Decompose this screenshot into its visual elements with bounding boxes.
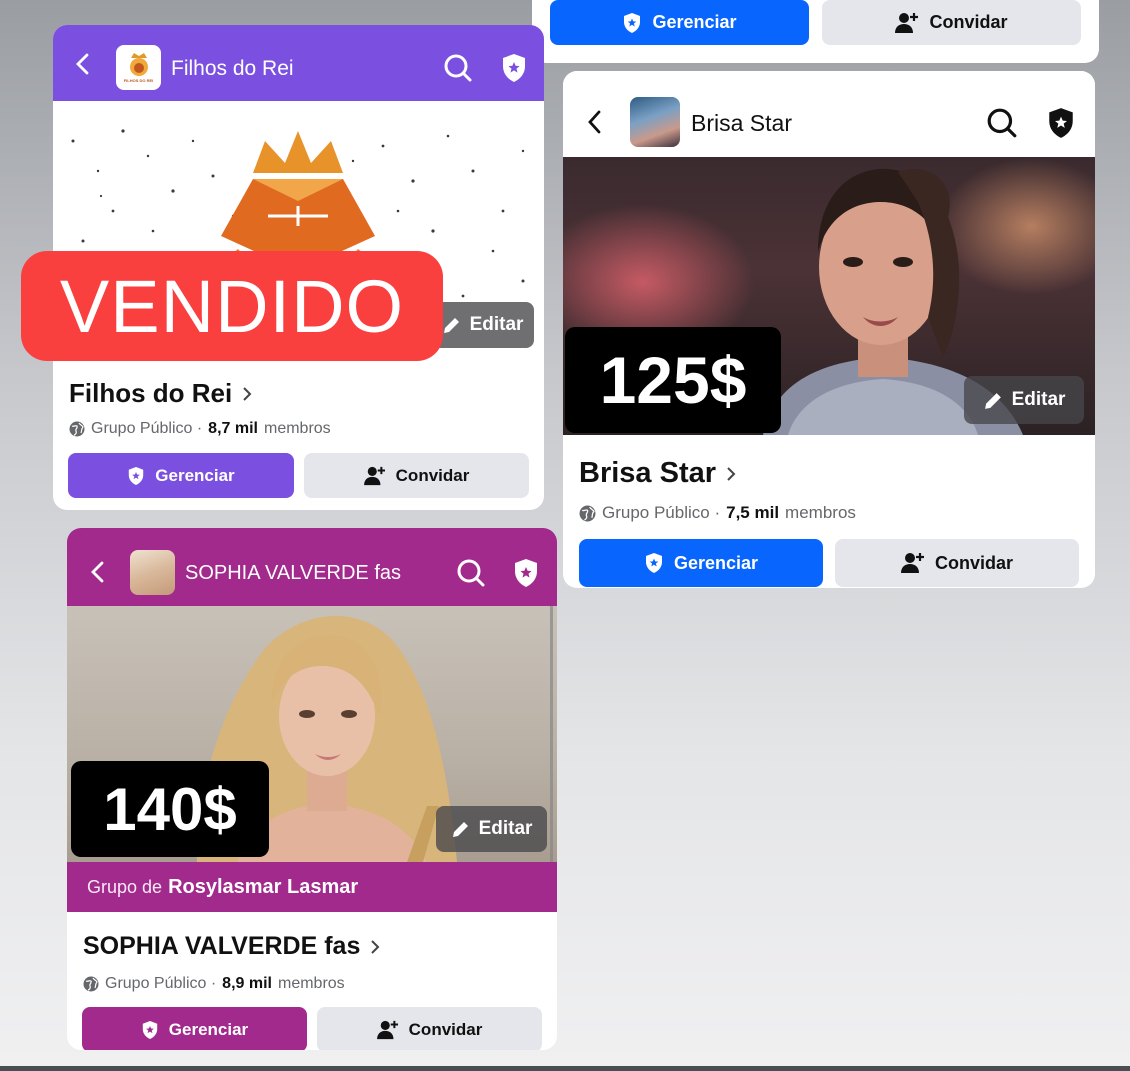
group-meta: Grupo Público · 8,7 mil membros xyxy=(69,420,331,438)
admin-shield-icon[interactable] xyxy=(513,558,539,588)
top-group-card-partial: Gerenciar Convidar xyxy=(532,0,1099,63)
group-meta: Grupo Público · 8,9 mil membros xyxy=(83,975,345,993)
members-word: membros xyxy=(785,503,856,522)
manage-button[interactable]: Gerenciar xyxy=(579,539,823,587)
privacy-text: Grupo Público · xyxy=(91,420,203,437)
manage-label: Gerenciar xyxy=(652,12,737,32)
group-avatar xyxy=(630,97,680,147)
globe-icon xyxy=(83,976,99,992)
group-name[interactable]: SOPHIA VALVERDE fas xyxy=(83,932,380,961)
members-word: membros xyxy=(277,975,345,992)
invite-button[interactable]: Convidar xyxy=(835,539,1079,587)
sold-badge: VENDIDO xyxy=(21,251,443,361)
price-tag: 125$ xyxy=(565,327,781,433)
globe-icon xyxy=(69,421,85,437)
add-person-icon xyxy=(895,12,919,33)
pencil-icon xyxy=(443,318,459,333)
owner-prefix: Grupo de xyxy=(87,876,163,897)
chevron-right-icon xyxy=(371,939,380,954)
invite-label: Convidar xyxy=(395,465,470,485)
members-count: 8,9 mil xyxy=(222,975,272,992)
admin-shield-icon[interactable] xyxy=(501,53,527,83)
price-tag: 140$ xyxy=(71,761,269,857)
search-icon[interactable] xyxy=(456,558,486,588)
privacy-text: Grupo Público · xyxy=(105,975,217,992)
price-text: 140$ xyxy=(103,775,237,843)
group-avatar xyxy=(130,550,175,595)
lion-logo-icon xyxy=(129,53,148,76)
back-arrow-icon[interactable] xyxy=(587,110,601,134)
invite-label: Convidar xyxy=(934,552,1013,573)
chevron-right-icon xyxy=(727,466,736,481)
group-name-text: Brisa Star xyxy=(579,457,717,489)
scrollbar[interactable] xyxy=(550,606,553,862)
group-name-text: Filhos do Rei xyxy=(69,378,233,408)
group-name[interactable]: Brisa Star xyxy=(579,457,736,490)
group-header-bar: FILHOS DO REI Filhos do Rei xyxy=(53,25,544,101)
group-name-text: SOPHIA VALVERDE fas xyxy=(83,932,361,960)
owner-name[interactable]: Rosylasmar Lasmar xyxy=(168,876,358,899)
members-count: 7,5 mil xyxy=(726,503,780,522)
shield-star-icon xyxy=(142,1020,157,1039)
group-meta: Grupo Público · 7,5 mil membros xyxy=(579,503,856,523)
shield-star-icon xyxy=(645,553,662,573)
logo-text: FILHOS DO REI xyxy=(123,78,154,83)
edit-label: Editar xyxy=(478,818,533,839)
bottom-strip xyxy=(0,1066,1130,1071)
add-person-icon xyxy=(900,553,924,573)
manage-button[interactable]: Gerenciar xyxy=(68,453,294,498)
manage-label: Gerenciar xyxy=(168,1019,249,1039)
edit-label: Editar xyxy=(1011,389,1066,410)
privacy-text: Grupo Público · xyxy=(602,503,721,522)
manage-label: Gerenciar xyxy=(155,465,235,485)
sold-label: VENDIDO xyxy=(59,264,405,348)
manage-button[interactable]: Gerenciar xyxy=(82,1007,307,1050)
admin-shield-icon[interactable] xyxy=(1047,107,1075,139)
shield-star-icon xyxy=(129,466,144,485)
group-cover-photo: 140$ Editar xyxy=(67,606,557,862)
group-card-brisa-star: Brisa Star 125$ Editar Brisa Star Grupo … xyxy=(563,71,1095,588)
add-person-icon xyxy=(363,466,385,485)
shield-star-icon xyxy=(624,12,641,33)
members-word: membros xyxy=(263,420,331,437)
search-icon[interactable] xyxy=(986,107,1018,139)
back-arrow-icon[interactable] xyxy=(75,53,89,75)
invite-label: Convidar xyxy=(408,1019,483,1039)
invite-button[interactable]: Convidar xyxy=(304,453,529,498)
manage-button[interactable]: Gerenciar xyxy=(550,0,809,45)
back-arrow-icon[interactable] xyxy=(90,561,104,583)
group-header-title: SOPHIA VALVERDE fas xyxy=(185,562,402,584)
edit-label: Editar xyxy=(469,314,524,335)
group-header-title: Filhos do Rei xyxy=(171,57,294,80)
group-header-bar: Brisa Star xyxy=(563,71,1095,157)
pencil-icon xyxy=(452,822,468,837)
invite-button[interactable]: Convidar xyxy=(317,1007,542,1050)
search-icon[interactable] xyxy=(443,53,473,83)
edit-cover-button[interactable]: Editar xyxy=(436,806,547,852)
edit-cover-button[interactable]: Editar xyxy=(964,376,1084,424)
edit-cover-button[interactable]: Editar xyxy=(431,302,534,348)
group-avatar: FILHOS DO REI xyxy=(116,45,161,90)
group-header-title: Brisa Star xyxy=(691,110,792,136)
group-owner-bar: Grupo de Rosylasmar Lasmar xyxy=(67,862,557,912)
globe-icon xyxy=(579,505,596,521)
price-text: 125$ xyxy=(599,343,747,417)
group-header-bar: SOPHIA VALVERDE fas xyxy=(67,528,557,606)
chevron-right-icon xyxy=(243,386,252,401)
manage-label: Gerenciar xyxy=(673,552,759,573)
members-count: 8,7 mil xyxy=(208,420,258,437)
invite-label: Convidar xyxy=(929,12,1008,32)
group-card-sophia-valverde: SOPHIA VALVERDE fas 140$ Editar Grupo de… xyxy=(67,528,557,1050)
add-person-icon xyxy=(376,1020,398,1039)
invite-button[interactable]: Convidar xyxy=(822,0,1081,45)
group-cover-photo: 125$ Editar xyxy=(563,157,1095,435)
pencil-icon xyxy=(984,392,1001,409)
group-name[interactable]: Filhos do Rei xyxy=(69,378,252,409)
